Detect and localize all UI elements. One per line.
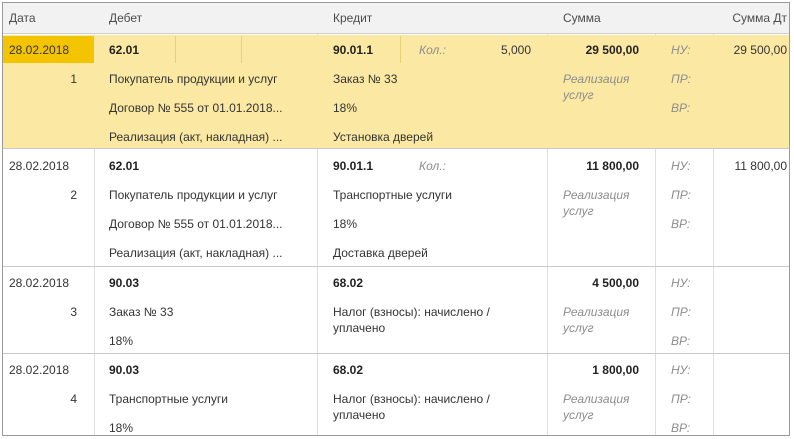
entry-content[interactable]: Реализация услуг xyxy=(563,187,647,219)
entry-content[interactable]: Реализация услуг xyxy=(563,71,647,103)
credit-subconto-1[interactable]: Заказ № 33 xyxy=(333,71,397,87)
entry-date: 28.02.2018 xyxy=(9,159,70,173)
entry-date: 28.02.2018 xyxy=(9,43,70,57)
entry-number: 3 xyxy=(70,305,77,319)
tax-vr-label: ВР: xyxy=(671,421,691,435)
credit-account[interactable]: 90.01.1 xyxy=(333,42,373,58)
entry-date: 28.02.2018 xyxy=(9,363,70,377)
tax-vr-label: ВР: xyxy=(671,334,691,348)
tax-pr-label: ПР: xyxy=(671,392,691,406)
entry-content[interactable]: Реализация услуг xyxy=(563,304,647,336)
tax-nu-label: НУ: xyxy=(671,363,691,377)
table-header: Дата Дебет Кредит Сумма Сумма Дт xyxy=(3,3,789,34)
entry-number: 2 xyxy=(70,188,77,202)
entry-number: 1 xyxy=(70,72,77,86)
table-row[interactable]: 28.02.2018 1 62.01 Покупатель продукции … xyxy=(3,35,789,149)
header-date[interactable]: Дата xyxy=(9,3,36,34)
debit-subconto-1[interactable]: Покупатель продукции и услуг xyxy=(109,71,278,87)
sum-dt-value[interactable]: 11 800,00 xyxy=(715,158,788,174)
quantity-label: Кол.: xyxy=(419,159,446,173)
table-row[interactable]: 28.02.2018 3 90.03 Заказ № 33 18% 68.02 … xyxy=(3,267,789,354)
postings-table: Дата Дебет Кредит Сумма Сумма Дт 28.02.2… xyxy=(2,2,790,436)
debit-subconto-2[interactable]: 18% xyxy=(109,420,133,435)
cell-divider xyxy=(176,36,242,63)
debit-subconto-3[interactable]: Реализация (акт, накладная) ... xyxy=(109,245,283,261)
debit-subconto-2[interactable]: Договор № 555 от 01.01.2018... xyxy=(109,100,283,116)
amount[interactable]: 11 800,00 xyxy=(551,158,639,174)
amount[interactable]: 29 500,00 xyxy=(551,42,639,58)
credit-subconto-3[interactable]: Установка дверей xyxy=(333,129,433,145)
table-row[interactable]: 28.02.2018 4 90.03 Транспортные услуги 1… xyxy=(3,354,789,435)
debit-account[interactable]: 62.01 xyxy=(109,42,139,58)
credit-subconto-3[interactable]: Доставка дверей xyxy=(333,245,428,261)
credit-account[interactable]: 68.02 xyxy=(333,275,363,291)
debit-subconto-2[interactable]: Договор № 555 от 01.01.2018... xyxy=(109,216,283,232)
quantity-value[interactable]: 5,000 xyxy=(463,42,531,58)
tax-nu-label: НУ: xyxy=(671,43,691,57)
credit-subconto-2[interactable]: 18% xyxy=(333,216,357,232)
entry-content[interactable]: Реализация услуг xyxy=(563,391,647,423)
entry-number: 4 xyxy=(70,392,77,406)
debit-subconto-2[interactable]: 18% xyxy=(109,333,133,349)
header-credit[interactable]: Кредит xyxy=(333,3,372,34)
tax-vr-label: ВР: xyxy=(671,101,691,115)
tax-pr-label: ПР: xyxy=(671,72,691,86)
table-row[interactable]: 28.02.2018 2 62.01 Покупатель продукции … xyxy=(3,149,789,267)
entry-date: 28.02.2018 xyxy=(9,276,70,290)
credit-account[interactable]: 90.01.1 xyxy=(333,158,373,174)
debit-subconto-1[interactable]: Заказ № 33 xyxy=(109,304,173,320)
tax-nu-label: НУ: xyxy=(671,276,691,290)
tax-nu-label: НУ: xyxy=(671,159,691,173)
debit-account[interactable]: 62.01 xyxy=(109,158,139,174)
debit-account[interactable]: 90.03 xyxy=(109,275,139,291)
debit-subconto-1[interactable]: Покупатель продукции и услуг xyxy=(109,187,278,203)
credit-subconto-1[interactable]: Налог (взносы): начислено / уплачено xyxy=(333,304,533,336)
tax-pr-label: ПР: xyxy=(671,188,691,202)
debit-subconto-3[interactable]: Реализация (акт, накладная) ... xyxy=(109,129,283,145)
debit-account[interactable]: 90.03 xyxy=(109,362,139,378)
debit-subconto-1[interactable]: Транспортные услуги xyxy=(109,391,228,407)
tax-vr-label: ВР: xyxy=(671,217,691,231)
amount[interactable]: 1 800,00 xyxy=(551,362,639,378)
tax-pr-label: ПР: xyxy=(671,305,691,319)
sum-dt-value[interactable]: 29 500,00 xyxy=(715,42,787,58)
header-sum[interactable]: Сумма xyxy=(563,3,601,34)
amount[interactable]: 4 500,00 xyxy=(551,275,639,291)
header-sum-dt[interactable]: Сумма Дт xyxy=(732,3,787,34)
credit-account[interactable]: 68.02 xyxy=(333,362,363,378)
header-debit[interactable]: Дебет xyxy=(109,3,142,34)
credit-subconto-1[interactable]: Налог (взносы): начислено / уплачено xyxy=(333,391,533,423)
quantity-label: Кол.: xyxy=(419,43,446,57)
credit-subconto-2[interactable]: 18% xyxy=(333,100,357,116)
credit-subconto-1[interactable]: Транспортные услуги xyxy=(333,187,452,203)
